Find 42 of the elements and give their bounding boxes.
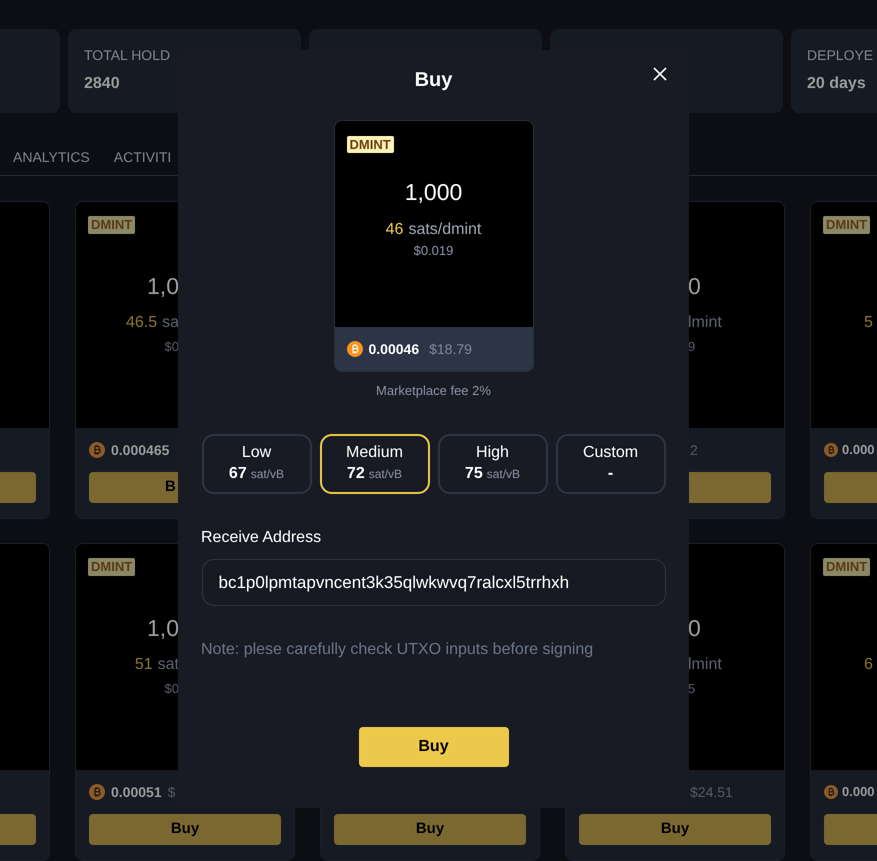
usd-price: 5 [688, 681, 696, 696]
usd-total: $ [168, 782, 176, 802]
usd-total: $24.51 [690, 782, 733, 802]
usd-price: 9 [688, 339, 696, 354]
token-badge: DMINT [823, 558, 870, 576]
usd-price: $0.019 [414, 242, 454, 260]
btc-price: 0.000 [842, 783, 875, 802]
field-label: Receive Address [201, 528, 322, 548]
btc-price: 0.000 [842, 441, 875, 460]
price-unit: sat [158, 655, 179, 675]
token-badge: DMINT [823, 216, 870, 234]
btc-price: 0.00046 [368, 340, 420, 358]
token-badge: DMINT [88, 216, 136, 234]
token-amount: 0 [688, 615, 701, 641]
unit-price: 46.5 [126, 313, 158, 333]
unit-price: 6 [864, 655, 873, 675]
note-text: Note: plese carefully check UTXO inputs before signing [201, 640, 594, 660]
token-amount: 0 [688, 273, 701, 299]
stat-value: 20 days [807, 74, 867, 94]
token-amount: 1,0 [147, 615, 179, 641]
token-badge: DMINT [346, 136, 394, 153]
usd-price: $0 [164, 339, 179, 354]
price-unit: lmint [688, 313, 722, 333]
usd-total: $18.79 [429, 340, 472, 358]
token-amount: 1,000 [404, 178, 462, 206]
token-amount: 1,0 [147, 273, 179, 299]
price-unit: sa [162, 313, 179, 333]
btc-price: 0.00051 [111, 782, 162, 802]
unit-price: 46 [386, 220, 404, 240]
stat-label: TOTAL HOLD [84, 46, 172, 64]
unit-price: 5 [864, 313, 873, 333]
dialog-title: Buy [414, 68, 452, 93]
unit-price: 51 [134, 655, 153, 675]
usd-total: 2 [690, 440, 698, 460]
price-unit: lmint [688, 655, 722, 675]
price-unit: sats/dmint [408, 220, 482, 240]
stat-value: 2840 [84, 74, 121, 94]
btc-price: 0.000465 [111, 440, 170, 460]
fee-note: Marketplace fee 2% [376, 382, 491, 400]
stat-label: DEPLOYE [807, 46, 874, 64]
usd-price: $0 [164, 681, 179, 696]
token-badge: DMINT [88, 558, 136, 576]
